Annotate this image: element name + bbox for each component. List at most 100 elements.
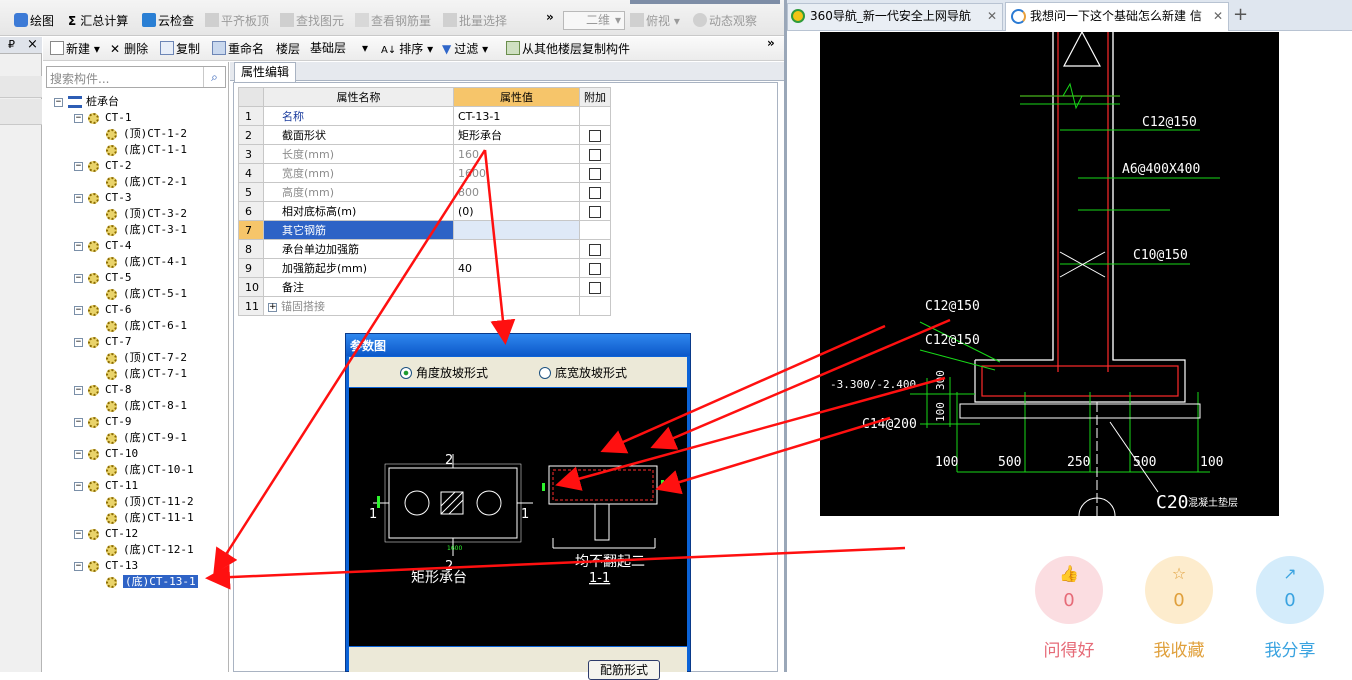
dock-close-icon[interactable]: × [27, 37, 38, 52]
tree-group[interactable]: − CT-10 [74, 446, 138, 462]
tree-item[interactable]: (底)CT-12-1 [106, 542, 194, 558]
favorite-button[interactable]: ☆ 0 [1145, 556, 1213, 624]
top-view-button[interactable]: 俯视 ▾ [630, 12, 680, 30]
tree-group[interactable]: − CT-6 [74, 302, 132, 318]
tree-item[interactable]: (底)CT-10-1 [106, 462, 194, 478]
search-icon[interactable]: ⌕ [203, 67, 225, 87]
good-question-button[interactable]: 👍 0 [1035, 556, 1103, 624]
action-label[interactable]: 问得好 [1024, 636, 1114, 661]
collapse-icon[interactable]: − [74, 561, 83, 571]
attach-cell[interactable] [579, 163, 611, 183]
tree-item[interactable]: (底)CT-9-1 [106, 430, 187, 446]
collapse-icon[interactable]: − [74, 113, 83, 123]
collapse-icon[interactable]: − [74, 337, 83, 347]
tree-group[interactable]: − CT-12 [74, 526, 138, 542]
new-tab-button[interactable]: + [1233, 4, 1248, 25]
tree-group[interactable]: − CT-1 [74, 110, 132, 126]
attach-cell[interactable] [579, 144, 611, 164]
tree-group[interactable]: − CT-4 [74, 238, 132, 254]
filter-button[interactable]: ▼ 过滤 ▾ [442, 40, 488, 58]
collapse-icon[interactable]: − [74, 385, 83, 395]
attach-cell[interactable] [579, 239, 611, 259]
tree-item[interactable]: (底)CT-1-1 [106, 142, 187, 158]
radio-width-slope[interactable]: 底宽放坡形式 [539, 364, 627, 381]
property-value[interactable]: 160 [453, 144, 580, 164]
tree-item[interactable]: (底)CT-2-1 [106, 174, 187, 190]
tree-group[interactable]: − CT-2 [74, 158, 132, 174]
floor-select[interactable]: 基础层 ▾ [306, 39, 370, 58]
collapse-icon[interactable]: − [74, 481, 83, 491]
tree-item[interactable]: (顶)CT-11-2 [106, 494, 194, 510]
tree-group[interactable]: − CT-3 [74, 190, 132, 206]
attach-checkbox[interactable] [589, 262, 601, 275]
tree-group[interactable]: − CT-11 [74, 478, 138, 494]
attach-cell[interactable] [579, 258, 611, 278]
property-value[interactable]: 矩形承台 [453, 125, 580, 145]
tree-group[interactable]: − CT-5 [74, 270, 132, 286]
view-rebar-button[interactable]: 查看钢筋量 [355, 12, 431, 30]
action-label[interactable]: 我分享 [1245, 636, 1335, 661]
action-label[interactable]: 我收藏 [1134, 636, 1224, 661]
property-value[interactable]: (0) [453, 201, 580, 221]
property-value[interactable] [453, 296, 580, 316]
property-row[interactable]: 6 相对底标高(m) (0) [238, 201, 611, 221]
property-row[interactable]: 8 承台单边加强筋 [238, 239, 611, 259]
toolbar-overflow[interactable]: » [546, 8, 554, 26]
property-row[interactable]: 7 其它钢筋 [238, 220, 611, 240]
property-value[interactable]: 40 [453, 258, 580, 278]
browser-tab-360[interactable]: 360导航_新一代安全上网导航 ✕ [787, 3, 1003, 30]
attach-cell[interactable] [579, 220, 611, 240]
draw-button[interactable]: 绘图 [14, 12, 54, 30]
delete-button[interactable]: ✕ 删除 [110, 40, 148, 58]
property-row[interactable]: 9 加强筋起步(mm) 40 [238, 258, 611, 278]
tree-item[interactable]: (底)CT-3-1 [106, 222, 187, 238]
cloud-check-button[interactable]: 云检查 [142, 12, 194, 30]
attach-cell[interactable] [579, 296, 611, 316]
collapse-icon[interactable]: − [74, 449, 83, 459]
search-input[interactable]: 搜索构件... ⌕ [46, 66, 226, 88]
property-row[interactable]: 10 备注 [238, 277, 611, 297]
toolbar2-overflow[interactable]: » [767, 34, 775, 52]
expand-icon[interactable]: + [268, 302, 277, 312]
tree-item[interactable]: (底)CT-13-1 [106, 574, 198, 590]
tree-item[interactable]: (底)CT-6-1 [106, 318, 187, 334]
tree-group[interactable]: − CT-13 [74, 558, 138, 574]
tree-root[interactable]: − 桩承台 [54, 94, 119, 110]
attach-cell[interactable] [579, 201, 611, 221]
rename-button[interactable]: 重命名 [212, 40, 264, 58]
attach-cell[interactable] [579, 182, 611, 202]
collapse-icon[interactable]: − [74, 241, 83, 251]
collapse-icon[interactable]: − [74, 305, 83, 315]
radio-angle-slope[interactable]: 角度放坡形式 [400, 364, 488, 381]
attach-checkbox[interactable] [589, 148, 601, 161]
tree-item[interactable]: (底)CT-4-1 [106, 254, 187, 270]
tree-group[interactable]: − CT-7 [74, 334, 132, 350]
batch-select-button[interactable]: 批量选择 [443, 12, 507, 30]
attach-cell[interactable] [579, 125, 611, 145]
property-value[interactable]: 800 [453, 182, 580, 202]
property-row[interactable]: 5 高度(mm) 800 [238, 182, 611, 202]
attach-checkbox[interactable] [589, 167, 601, 180]
attach-cell[interactable] [579, 277, 611, 297]
tree-item[interactable]: (顶)CT-7-2 [106, 350, 187, 366]
tab-property-edit[interactable]: 属性编辑 [234, 62, 296, 82]
property-value[interactable] [453, 239, 580, 259]
collapse-icon[interactable]: − [74, 161, 83, 171]
property-value[interactable] [453, 277, 580, 297]
attach-checkbox[interactable] [589, 205, 601, 218]
flat-top-button[interactable]: 平齐板顶 [205, 12, 269, 30]
tree-item[interactable]: (底)CT-11-1 [106, 510, 194, 526]
close-tab-icon[interactable]: ✕ [987, 4, 997, 29]
tree-item[interactable]: (底)CT-7-1 [106, 366, 187, 382]
property-row[interactable]: 4 宽度(mm) 1600 [238, 163, 611, 183]
find-element-button[interactable]: 查找图元 [280, 12, 344, 30]
tree-item[interactable]: (底)CT-8-1 [106, 398, 187, 414]
copy-button[interactable]: 复制 [160, 40, 200, 58]
collapse-icon[interactable]: − [54, 97, 63, 107]
sort-button[interactable]: A↓ 排序 ▾ [381, 40, 433, 58]
view-mode-select[interactable]: 二维 ▾ [563, 11, 625, 30]
tree-item[interactable]: (顶)CT-1-2 [106, 126, 187, 142]
property-row[interactable]: 11 + 锚固搭接 [238, 296, 611, 316]
close-tab-icon[interactable]: ✕ [1213, 3, 1223, 30]
property-value[interactable]: CT-13-1 [453, 106, 580, 126]
